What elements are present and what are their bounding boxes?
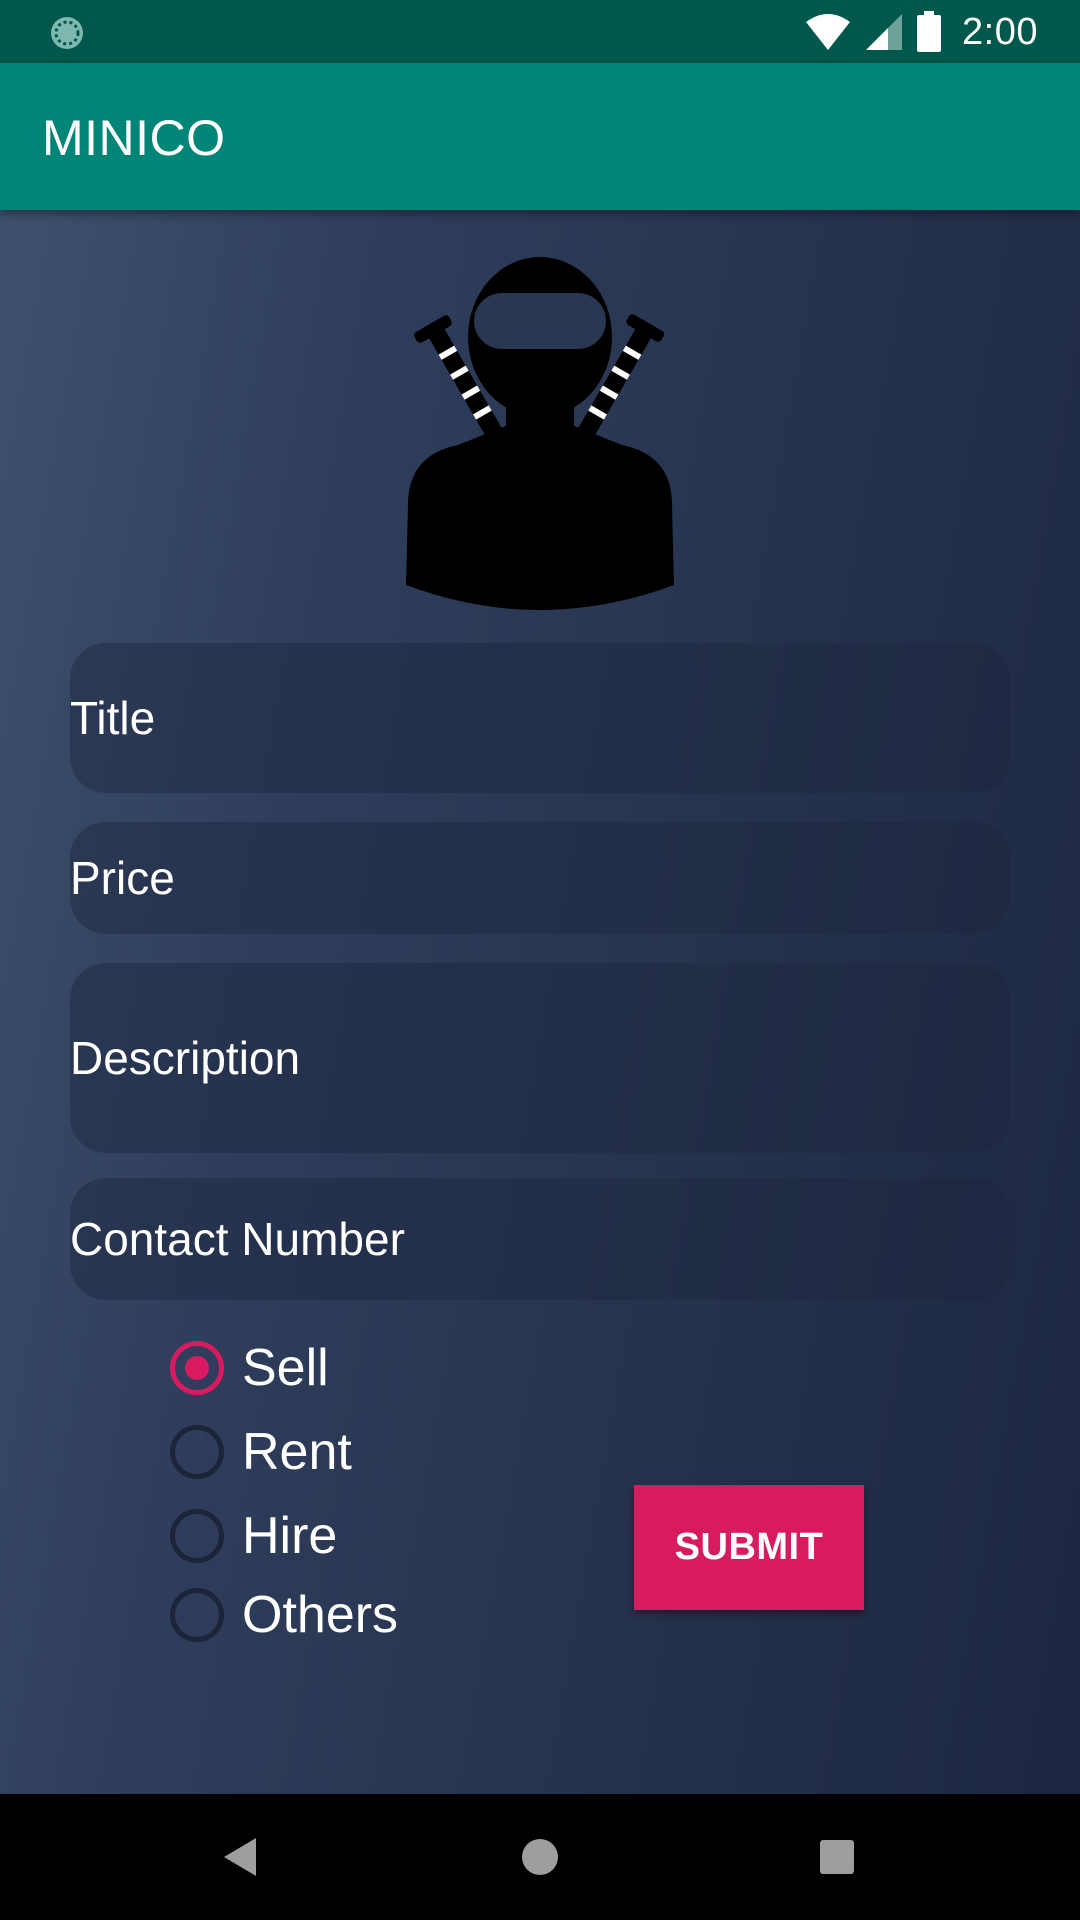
radio-rent[interactable]: Rent <box>170 1422 530 1482</box>
radio-others-unchecked-icon[interactable] <box>170 1588 224 1642</box>
app-title: MINICO <box>42 110 226 166</box>
contact-number-input[interactable]: Contact Number <box>70 1178 1010 1300</box>
price-placeholder: Price <box>70 852 175 904</box>
status-icons: 2:00 <box>804 8 1038 56</box>
radio-label: Rent <box>242 1423 352 1481</box>
radio-sell[interactable]: Sell <box>170 1338 530 1398</box>
radio-label: Hire <box>242 1507 338 1565</box>
radio-sell-checked-icon[interactable] <box>170 1341 224 1395</box>
navigation-bar <box>0 1794 1080 1920</box>
status-bar: 2:00 <box>0 0 1080 63</box>
radio-label: Others <box>242 1586 399 1644</box>
recents-icon[interactable] <box>804 1824 870 1890</box>
radio-others[interactable]: Others <box>170 1585 530 1645</box>
description-input[interactable]: Description <box>70 963 1010 1153</box>
home-icon[interactable] <box>507 1824 573 1890</box>
description-placeholder: Description <box>70 1032 301 1084</box>
submit-button[interactable]: SUBMIT <box>634 1485 864 1610</box>
signal-icon <box>866 14 903 50</box>
form-screen: Title Price Description Contact Number S… <box>0 210 1080 1794</box>
battery-icon <box>917 11 942 52</box>
radio-hire[interactable]: Hire <box>170 1506 530 1566</box>
sync-icon <box>51 17 83 49</box>
radio-rent-unchecked-icon[interactable] <box>170 1425 224 1479</box>
status-time: 2:00 <box>962 10 1038 53</box>
price-input[interactable]: Price <box>70 822 1010 934</box>
ninja-avatar-icon[interactable] <box>388 255 692 621</box>
title-placeholder: Title <box>70 692 156 744</box>
radio-label: Sell <box>242 1339 329 1397</box>
back-icon[interactable] <box>208 1824 274 1890</box>
wifi-icon <box>806 14 851 50</box>
contact-number-placeholder: Contact Number <box>70 1213 405 1265</box>
app-bar: MINICO <box>0 63 1080 210</box>
title-input[interactable]: Title <box>70 643 1010 793</box>
radio-hire-unchecked-icon[interactable] <box>170 1509 224 1563</box>
